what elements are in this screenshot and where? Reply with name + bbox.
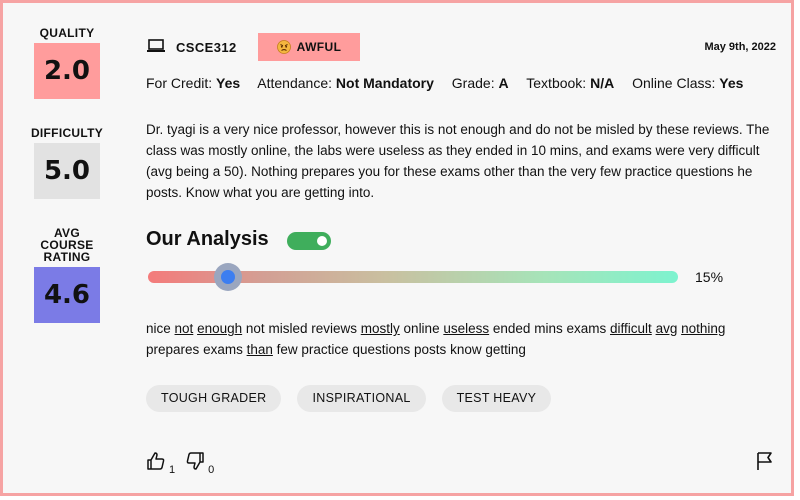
meta-textbook: Textbook: N/A — [526, 75, 614, 91]
analysis-title: Our Analysis — [146, 228, 269, 250]
vote-row: 1 0 — [146, 451, 224, 476]
keyword: difficult — [610, 321, 652, 336]
tag-tough-grader[interactable]: TOUGH GRADER — [146, 385, 282, 412]
difficulty-label: DIFFICULTY — [30, 126, 104, 140]
sentiment-percentage: 15% — [695, 269, 724, 285]
analysis-toggle[interactable] — [287, 232, 331, 250]
keyword: avg — [655, 321, 678, 336]
keyword: getting — [485, 342, 526, 357]
keyword: posts — [414, 342, 447, 357]
meta-value: A — [498, 75, 509, 91]
meta-label: Attendance: — [257, 75, 333, 91]
angry-face-icon — [276, 40, 291, 54]
quality-label: QUALITY — [39, 26, 95, 40]
meta-grade: Grade: A — [452, 75, 509, 91]
keyword: questions — [352, 342, 411, 357]
keyword: mostly — [360, 321, 400, 336]
keyword: ended — [492, 321, 531, 336]
meta-label: For Credit: — [146, 75, 213, 91]
keyword: practice — [301, 342, 349, 357]
rating-card: QUALITY 2.0 DIFFICULTY 5.0 AVG COURSE RA… — [0, 0, 794, 496]
thumbs-up-icon — [146, 451, 166, 476]
keyword: nothing — [681, 321, 726, 336]
avg-course-rating: AVG COURSE RATING 4.6 — [33, 227, 101, 323]
review-header: CSCE312 AWFUL May 9th, 2022 — [146, 33, 776, 63]
review-date: May 9th, 2022 — [704, 41, 776, 53]
avg-value: 4.6 — [34, 267, 100, 323]
tag-inspirational[interactable]: INSPIRATIONAL — [297, 385, 426, 412]
meta-value: Yes — [216, 75, 241, 91]
meta-online-class: Online Class: Yes — [632, 75, 743, 91]
meta-label: Online Class: — [632, 75, 716, 91]
difficulty-score: DIFFICULTY 5.0 — [30, 126, 104, 199]
keyword: useless — [443, 321, 490, 336]
difficulty-value: 5.0 — [34, 143, 100, 199]
keyword: not — [245, 321, 265, 336]
review-text: Dr. tyagi is a very nice professor, howe… — [146, 122, 770, 200]
thumbs-up-count: 1 — [169, 464, 176, 476]
keyword: know — [450, 342, 482, 357]
thumbs-down-count: 0 — [208, 464, 215, 476]
quality-score: QUALITY 2.0 — [33, 27, 101, 99]
keyword: few — [276, 342, 298, 357]
keyword: nice — [146, 321, 171, 336]
rating-badge-label: AWFUL — [296, 40, 342, 54]
quality-value: 2.0 — [34, 43, 100, 99]
keyword: prepares — [146, 342, 200, 357]
keyword: misled — [268, 321, 308, 336]
meta-for-credit: For Credit: Yes — [146, 75, 240, 91]
keyword-list: nice not enough not misled reviews mostl… — [146, 318, 776, 360]
keyword: than — [246, 342, 273, 357]
avg-label: AVG COURSE RATING — [40, 227, 93, 263]
sentiment-slider-thumb[interactable] — [213, 263, 242, 291]
thumbs-up-button[interactable]: 1 — [146, 451, 175, 476]
meta-attendance: Attendance: Not Mandatory — [257, 75, 434, 91]
tag-list: TOUGH GRADER INSPIRATIONAL TEST HEAVY — [146, 385, 567, 412]
meta-label: Grade: — [451, 75, 495, 91]
tag-test-heavy[interactable]: TEST HEAVY — [441, 385, 552, 412]
keyword: online — [403, 321, 440, 336]
avg-label-line: RATING — [43, 250, 91, 264]
flag-icon[interactable] — [755, 451, 775, 476]
keyword: not — [174, 321, 194, 336]
laptop-icon — [146, 39, 166, 58]
keyword: exams — [566, 321, 607, 336]
keyword: mins — [534, 321, 563, 336]
meta-label: Textbook: — [526, 75, 587, 91]
slider-thumb-dot — [220, 270, 235, 284]
meta-value: Not Mandatory — [335, 75, 434, 91]
review-meta: For Credit: Yes Attendance: Not Mandator… — [146, 75, 757, 91]
rating-badge: AWFUL — [258, 33, 360, 61]
thumbs-down-button[interactable]: 0 — [185, 451, 214, 476]
keyword: exams — [203, 342, 243, 357]
keyword: enough — [197, 321, 243, 336]
meta-value: Yes — [719, 75, 744, 91]
toggle-knob — [317, 236, 327, 246]
keyword: reviews — [311, 321, 357, 336]
course-code[interactable]: CSCE312 — [176, 40, 237, 55]
meta-value: N/A — [590, 75, 615, 91]
thumbs-down-icon — [185, 451, 205, 476]
